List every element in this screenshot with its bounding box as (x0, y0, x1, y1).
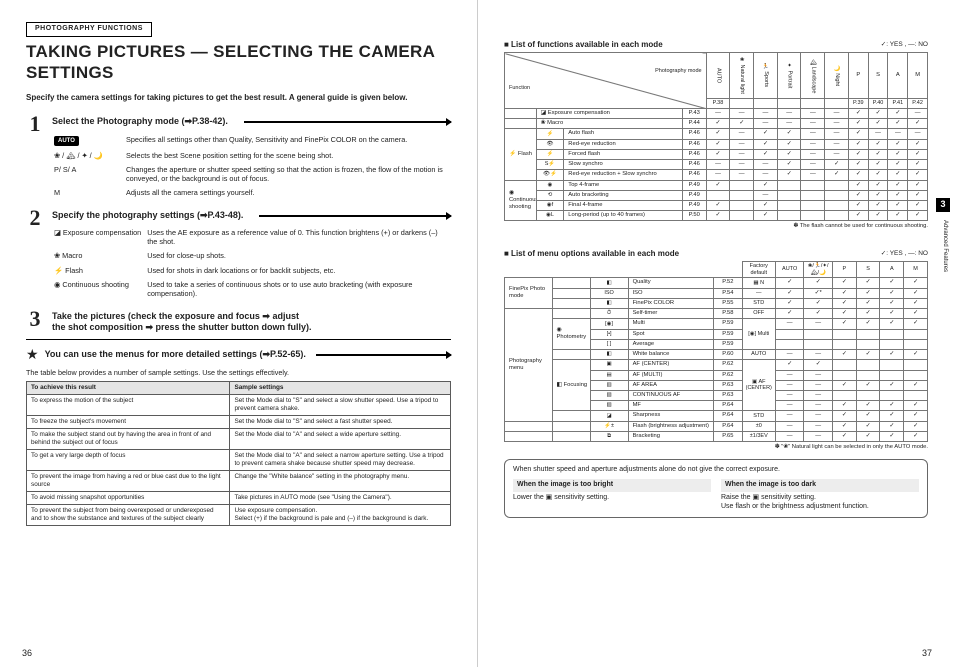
page-left: PHOTOGRAPHY FUNCTIONS TAKING PICTURES — … (0, 0, 477, 667)
step-3-line2: the shot composition ➡ press the shutter… (52, 322, 451, 333)
arrow-rule-icon (259, 215, 451, 217)
step-1-heading: Select the Photography mode (➡P.38-42). (52, 116, 228, 127)
legend: ✓: YES , —: NO (881, 250, 928, 258)
arrow-rule-icon (316, 354, 451, 356)
too-bright-title: When the image is too bright (513, 479, 711, 492)
functions-by-mode-table: Photography modeFunctionAUTO❀ Natural li… (504, 52, 928, 221)
exposure-tip-box: When shutter speed and aperture adjustme… (504, 459, 928, 518)
manual-spread: PHOTOGRAPHY FUNCTIONS TAKING PICTURES — … (0, 0, 954, 667)
legend: ✓: YES , —: NO (881, 41, 928, 49)
side-tab-number: 3 (936, 198, 950, 212)
table2-header: ■ List of menu options available in each… (504, 249, 928, 259)
arrow-rule-icon (244, 121, 451, 123)
step-2: 2 Specify the photography settings (➡P.4… (26, 207, 451, 302)
menus-tip: ★ You can use the menus for more detaile… (26, 346, 451, 364)
step-2-table: ◪ Exposure compensationUses the AE expos… (52, 225, 451, 302)
step-number: 2 (26, 207, 44, 229)
too-dark-col: When the image is too dark Raise the ▣ s… (721, 479, 919, 511)
menu-options-by-mode-table: Factory defaultAUTO❀/🏃/✦/🏔/🌙PSAMFinePix … (504, 261, 928, 443)
page-right: ■ List of functions available in each mo… (477, 0, 954, 667)
page-number-right: 37 (922, 648, 932, 659)
step-3: 3 Take the pictures (check the exposure … (26, 308, 451, 334)
step-number: 3 (26, 308, 44, 330)
page-title: TAKING PICTURES — SELECTING THE CAMERA S… (26, 41, 451, 84)
step-3-line1: Take the pictures (check the exposure an… (52, 311, 451, 322)
samples-lead: The table below provides a number of sam… (26, 368, 451, 377)
samples-table: To achieve this resultSample settingsTo … (26, 381, 451, 526)
too-dark-title: When the image is too dark (721, 479, 919, 492)
too-dark-body: Raise the ▣ sensitivity setting. Use fla… (721, 494, 919, 512)
step-number: 1 (26, 113, 44, 135)
intro-text: Specify the camera settings for taking p… (26, 93, 451, 103)
menus-tip-text: You can use the menus for more detailed … (45, 349, 306, 360)
table1-title: ■ List of functions available in each mo… (504, 40, 663, 50)
table1-footnote: ✽ The flash cannot be used for continuou… (504, 223, 928, 230)
too-bright-body: Lower the ▣ sensitivity setting. (513, 494, 711, 503)
exposure-tip-head: When shutter speed and aperture adjustme… (513, 466, 919, 475)
table1-header: ■ List of functions available in each mo… (504, 40, 928, 50)
rule (26, 339, 451, 340)
page-number-left: 36 (22, 648, 32, 659)
step-2-heading: Specify the photography settings (➡P.43-… (52, 210, 243, 221)
step-1: 1 Select the Photography mode (➡P.38-42)… (26, 113, 451, 201)
step-1-table: AUTOSpecifies all settings other than Qu… (52, 132, 451, 201)
too-bright-col: When the image is too bright Lower the ▣… (513, 479, 711, 511)
section-tag: PHOTOGRAPHY FUNCTIONS (26, 22, 152, 37)
table2-title: ■ List of menu options available in each… (504, 249, 679, 259)
side-tab-label: Advanced Features (941, 220, 949, 272)
star-icon: ★ (26, 346, 39, 364)
table2-footnote: ✽ "❀" Natural light can be selected in o… (504, 444, 928, 451)
